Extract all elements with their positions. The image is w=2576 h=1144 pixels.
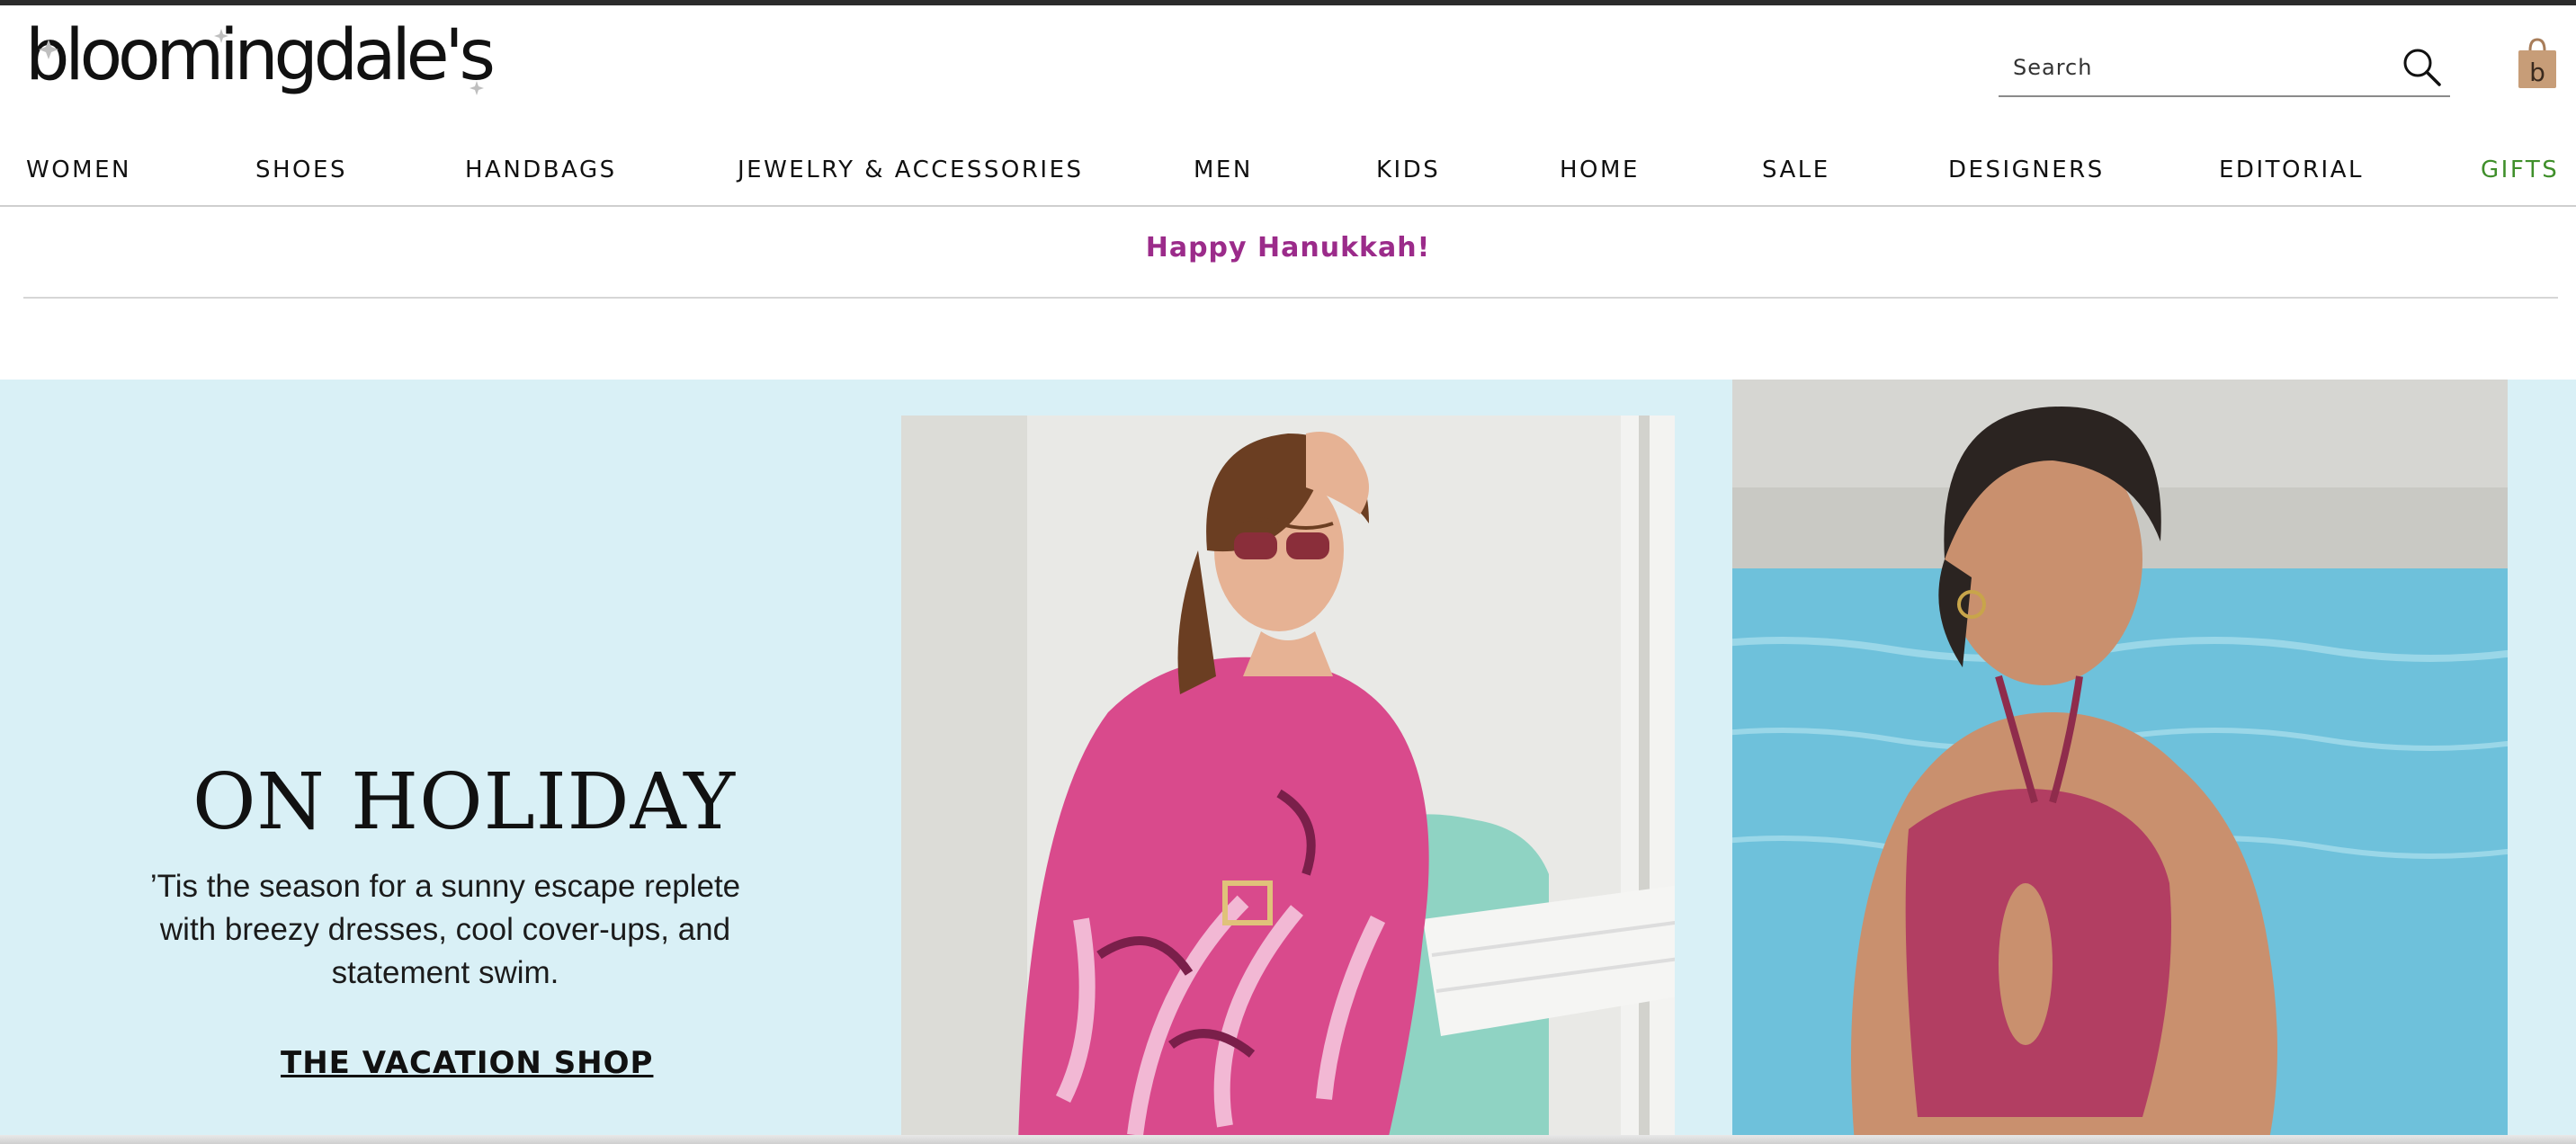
nav-item-handbags[interactable]: HANDBAGS: [465, 156, 617, 183]
main-navigation: WOMEN SHOES HANDBAGS JEWELRY & ACCESSORI…: [0, 144, 2576, 207]
search-icon[interactable]: [2400, 45, 2443, 88]
hero-description-line: ’Tis the season for a sunny escape reple…: [149, 869, 741, 904]
promo-banner: Happy Hanukkah!: [0, 207, 2576, 297]
nav-item-shoes[interactable]: SHOES: [255, 156, 347, 183]
shopping-bag-icon[interactable]: b: [2515, 36, 2560, 92]
nav-item-men[interactable]: MEN: [1194, 156, 1253, 183]
hero-title: ON HOLIDAY: [192, 757, 737, 847]
nav-item-jewelry-accessories[interactable]: JEWELRY & ACCESSORIES: [738, 156, 1084, 183]
promo-divider: [23, 297, 2558, 299]
svg-text:b: b: [2529, 58, 2545, 87]
hero-image-pink-dress[interactable]: [901, 416, 1734, 1144]
nav-item-home[interactable]: HOME: [1560, 156, 1640, 183]
hero-description-line: statement swim.: [331, 955, 559, 990]
top-bar: [0, 0, 2576, 5]
nav-item-women[interactable]: WOMEN: [26, 156, 131, 183]
nav-item-kids[interactable]: KIDS: [1376, 156, 1440, 183]
nav-item-gifts[interactable]: GIFTS: [2481, 156, 2559, 183]
vacation-shop-link[interactable]: THE VACATION SHOP: [281, 1045, 653, 1081]
svg-text:bloomingdale's: bloomingdale's: [25, 23, 493, 96]
nav-item-designers[interactable]: DESIGNERS: [1948, 156, 2105, 183]
hero-description-line: with breezy dresses, cool cover-ups, and: [159, 912, 731, 947]
brand-logo[interactable]: bloomingdale's: [25, 23, 511, 113]
search-bar: [1999, 40, 2450, 97]
page-bottom-edge: [0, 1135, 2576, 1144]
nav-item-editorial[interactable]: EDITORIAL: [2219, 156, 2364, 183]
nav-item-sale[interactable]: SALE: [1762, 156, 1830, 183]
hero-description: ’Tis the season for a sunny escape reple…: [126, 865, 765, 995]
search-input[interactable]: [2011, 49, 2375, 86]
promo-text[interactable]: Happy Hanukkah!: [0, 232, 2576, 264]
hero-image-swimsuit[interactable]: [1675, 380, 2508, 1144]
hero-banner: ON HOLIDAY ’Tis the season for a sunny e…: [0, 380, 2576, 1144]
